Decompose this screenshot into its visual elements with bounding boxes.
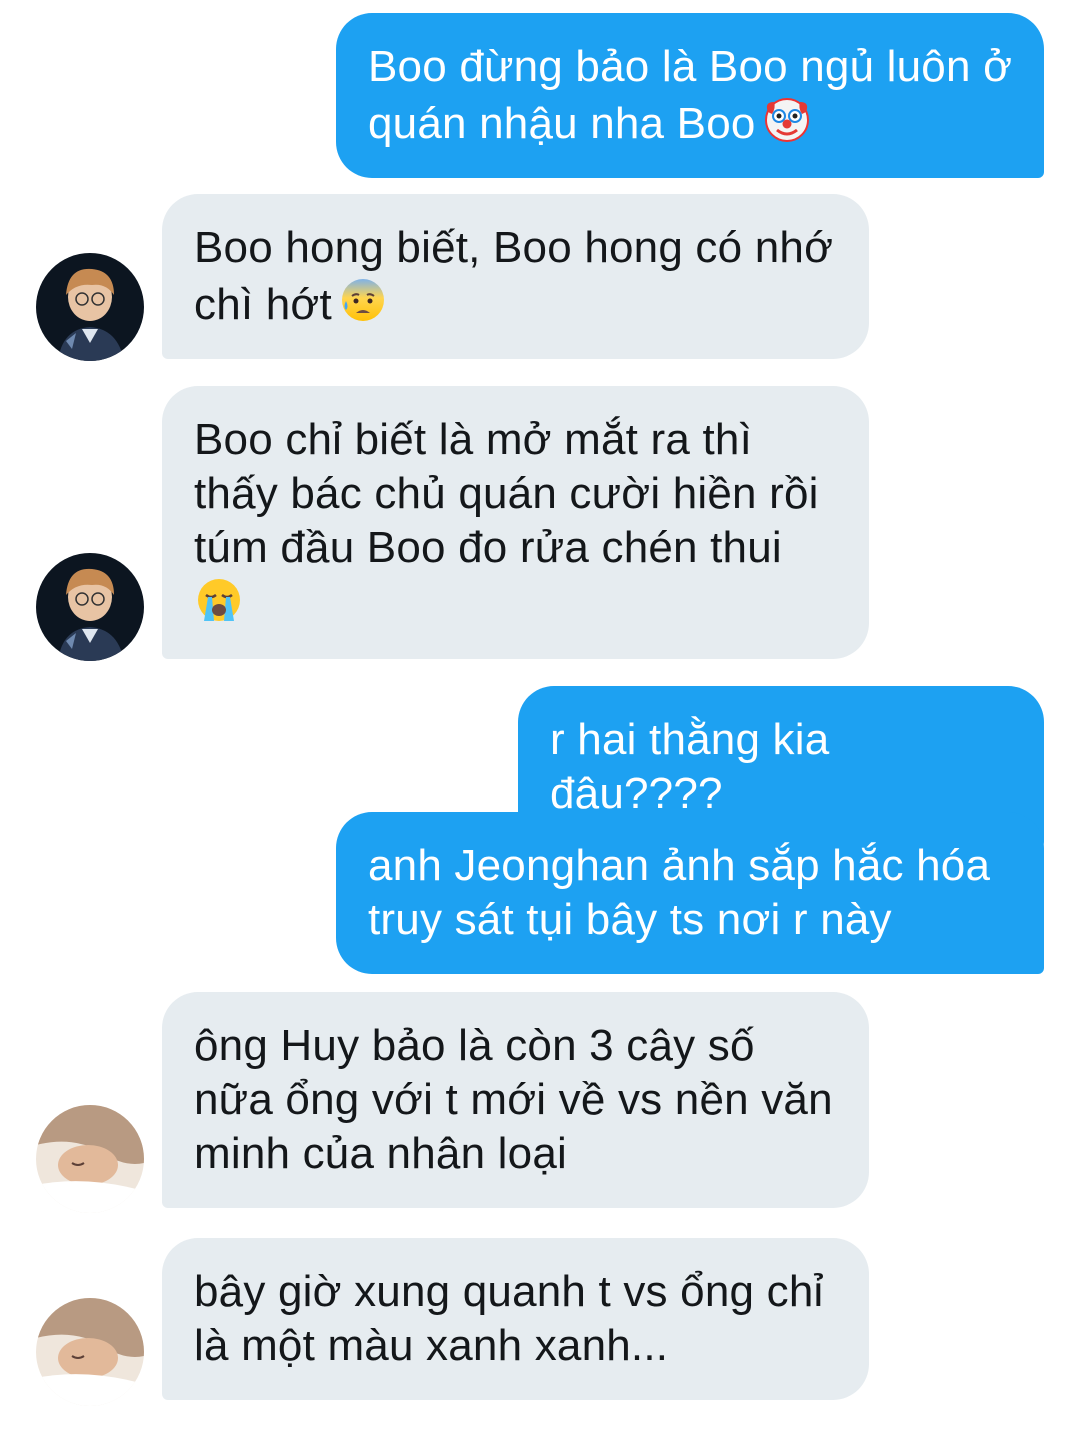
received-message-bubble[interactable]: Boo hong biết, Boo hong có nhớ chì hớt <box>162 194 869 359</box>
message-text: anh Jeonghan ảnh sắp hắc hóa truy sát tụ… <box>368 841 991 944</box>
sent-message-bubble[interactable]: anh Jeonghan ảnh sắp hắc hóa truy sát tụ… <box>336 812 1044 974</box>
message-text: ông Huy bảo là còn 3 cây số nữa ổng với … <box>194 1021 833 1178</box>
received-message-bubble[interactable]: ông Huy bảo là còn 3 cây số nữa ổng với … <box>162 992 869 1208</box>
clown-face-icon <box>762 94 812 144</box>
loudly-crying-face-icon <box>194 575 244 625</box>
message-text: Boo chỉ biết là mở mắt ra thì thấy bác c… <box>194 415 819 572</box>
message-text: Boo đừng bảo là Boo ngủ luôn ở quán nhậu… <box>368 42 1013 148</box>
avatar[interactable] <box>36 1105 144 1213</box>
avatar[interactable] <box>36 553 144 661</box>
received-message-bubble[interactable]: Boo chỉ biết là mở mắt ra thì thấy bác c… <box>162 386 869 659</box>
avatar[interactable] <box>36 1298 144 1406</box>
message-text: bây giờ xung quanh t vs ổng chỉ là một m… <box>194 1267 824 1370</box>
avatar[interactable] <box>36 253 144 361</box>
message-text: r hai thằng kia đâu???? <box>550 715 830 818</box>
sent-message-bubble[interactable]: Boo đừng bảo là Boo ngủ luôn ở quán nhậu… <box>336 13 1044 178</box>
received-message-bubble[interactable]: bây giờ xung quanh t vs ổng chỉ là một m… <box>162 1238 869 1400</box>
message-text: Boo hong biết, Boo hong có nhớ chì hớt <box>194 223 834 329</box>
anxious-sweat-face-icon <box>338 275 388 325</box>
